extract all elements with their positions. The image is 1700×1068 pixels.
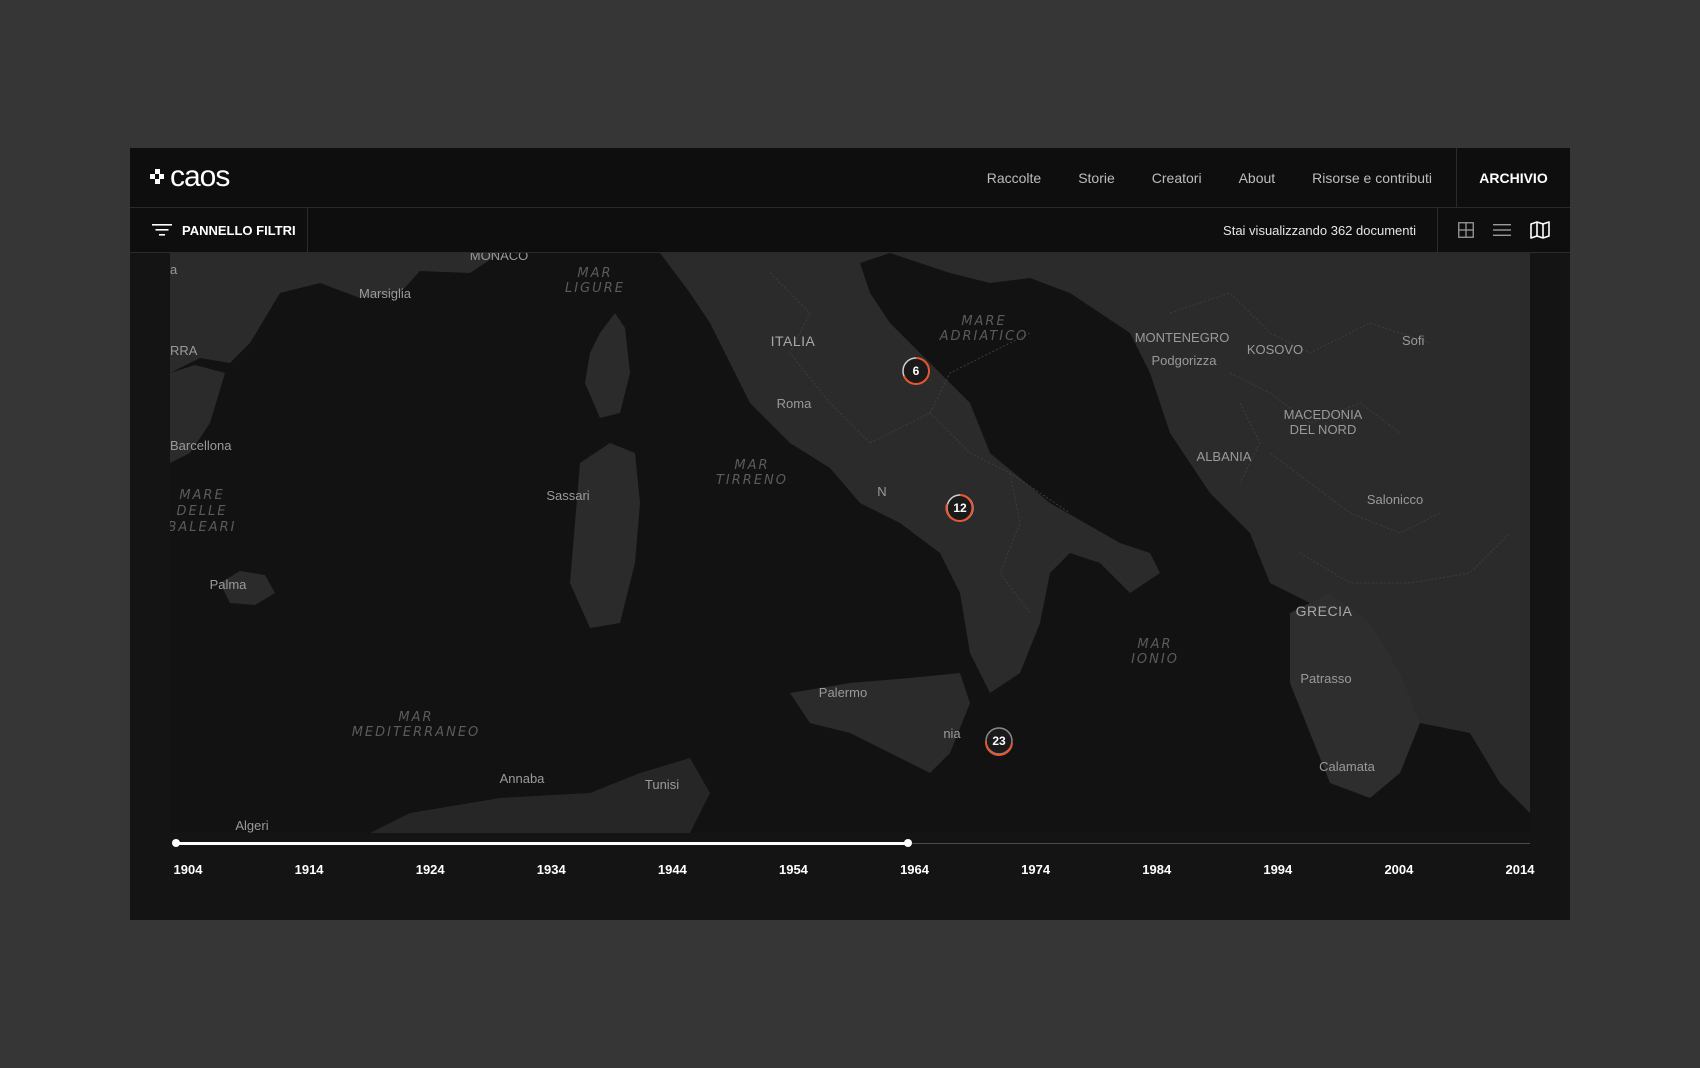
sea-label: BALEARI xyxy=(170,520,237,535)
top-navigation: caos Raccolte Storie Creatori About Riso… xyxy=(130,148,1570,208)
cluster-marker-12[interactable]: 12 xyxy=(945,494,974,522)
city-label: Tunisi xyxy=(645,777,679,792)
filters-label: PANNELLO FILTRI xyxy=(182,222,296,238)
timeline-year-label: 1994 xyxy=(1263,862,1293,877)
list-view-icon xyxy=(1492,224,1511,236)
sea-label: MARE xyxy=(961,314,1006,329)
nav-raccolte[interactable]: Raccolte xyxy=(987,170,1041,186)
cluster-count: 6 xyxy=(913,364,920,378)
sea-label: MEDITERRANEO xyxy=(352,725,481,740)
timeline-year-label: 1904 xyxy=(173,862,203,877)
filter-icon xyxy=(152,224,172,236)
country-label: GRECIA xyxy=(1296,603,1353,619)
city-label: Roma xyxy=(777,396,812,411)
sea-label: MARE xyxy=(179,488,224,503)
timeline-year-label: 1934 xyxy=(536,862,566,877)
filters-panel-button[interactable]: PANNELLO FILTRI xyxy=(130,208,308,252)
city-label: MONACO xyxy=(470,253,529,263)
timeline-year-label: 1984 xyxy=(1142,862,1172,877)
city-label: Calamata xyxy=(1319,759,1375,774)
cluster-marker-23[interactable]: 23 xyxy=(984,727,1013,756)
city-label: Annaba xyxy=(500,771,546,786)
sea-label: MAR xyxy=(1137,637,1172,652)
timeline-year-label: 2004 xyxy=(1384,862,1414,877)
sea-label: TIRRENO xyxy=(716,473,788,488)
city-label: Barcellona xyxy=(170,438,232,453)
city-label: N xyxy=(877,484,886,499)
logo[interactable]: caos xyxy=(150,160,230,193)
logo-text: caos xyxy=(170,160,230,193)
nav-storie[interactable]: Storie xyxy=(1078,170,1115,186)
list-view-button[interactable] xyxy=(1492,223,1511,237)
sea-label: IONIO xyxy=(1131,652,1179,667)
logo-mark-icon xyxy=(150,166,164,188)
timeline-year-label: 1964 xyxy=(900,862,929,877)
nav-about[interactable]: About xyxy=(1239,170,1276,186)
grid-view-icon xyxy=(1457,222,1474,238)
grid-view-button[interactable] xyxy=(1457,222,1474,238)
timeline-year-label: 1974 xyxy=(1021,862,1051,877)
timeline-year-labels: 1904 1914 1924 1934 1944 1954 1964 1974 1984 1994… xyxy=(170,862,1535,882)
map-view-button[interactable] xyxy=(1530,221,1551,239)
city-label: Palermo xyxy=(819,685,867,700)
city-label: Palma xyxy=(210,577,248,592)
city-label: Salonicco xyxy=(1367,492,1423,507)
city-label: Podgorizza xyxy=(1151,353,1217,368)
main-nav: Raccolte Storie Creatori About Risorse e… xyxy=(987,148,1432,207)
city-label: Marsiglia xyxy=(359,286,412,301)
country-label: MACEDONIA xyxy=(1284,407,1363,422)
city-label: Sofi xyxy=(1402,333,1425,348)
timeline-year-label: 1954 xyxy=(778,862,808,877)
country-label: ALBANIA xyxy=(1197,449,1252,464)
city-label: RRA xyxy=(170,343,198,358)
sea-label: ADRIATICO xyxy=(939,329,1029,344)
sea-label: DELLE xyxy=(177,504,228,519)
country-label: DEL NORD xyxy=(1290,422,1357,437)
timeline-slider[interactable]: 1904 1914 1924 1934 1944 1954 1964 1974 1984 1994… xyxy=(170,838,1535,898)
cluster-count: 12 xyxy=(953,501,967,515)
cluster-count: 23 xyxy=(992,734,1006,748)
nav-creatori[interactable]: Creatori xyxy=(1152,170,1202,186)
country-label: ITALIA xyxy=(771,333,816,349)
map-view-icon xyxy=(1530,221,1551,239)
app-window: caos Raccolte Storie Creatori About Riso… xyxy=(130,148,1570,920)
sea-label: MAR xyxy=(577,266,612,281)
nav-archivio[interactable]: ARCHIVIO xyxy=(1456,148,1570,207)
timeline-year-label: 1924 xyxy=(415,862,445,877)
city-label: nia xyxy=(943,726,961,741)
timeline-year-label: 1914 xyxy=(294,862,324,877)
city-label: Patrasso xyxy=(1300,671,1351,686)
timeline-start-handle[interactable] xyxy=(172,839,180,847)
cluster-marker-6[interactable]: 6 xyxy=(902,357,930,385)
map-canvas: MAR LIGURE MARE ADRIATICO MAR TIRRENO MA… xyxy=(170,253,1530,833)
timeline-year-label: 2014 xyxy=(1505,862,1535,877)
sea-label: LIGURE xyxy=(565,281,625,296)
country-label: KOSOVO xyxy=(1247,342,1303,357)
toolbar: PANNELLO FILTRI Stai visualizzando 362 d… xyxy=(130,208,1570,253)
timeline-end-handle[interactable] xyxy=(903,839,912,847)
city-label: a xyxy=(170,262,178,277)
city-label: Algeri xyxy=(235,818,268,833)
documents-map[interactable]: MAR LIGURE MARE ADRIATICO MAR TIRRENO MA… xyxy=(170,253,1530,833)
timeline-year-label: 1944 xyxy=(657,862,687,877)
view-switcher xyxy=(1437,208,1570,252)
sea-label: MAR xyxy=(734,458,769,473)
sea-label: MAR xyxy=(398,710,433,725)
country-label: MONTENEGRO xyxy=(1135,330,1230,345)
timeline-selected-range xyxy=(175,842,908,845)
nav-risorse[interactable]: Risorse e contributi xyxy=(1312,170,1432,186)
document-count: Stai visualizzando 362 documenti xyxy=(1223,222,1416,238)
city-label: Sassari xyxy=(546,488,589,503)
